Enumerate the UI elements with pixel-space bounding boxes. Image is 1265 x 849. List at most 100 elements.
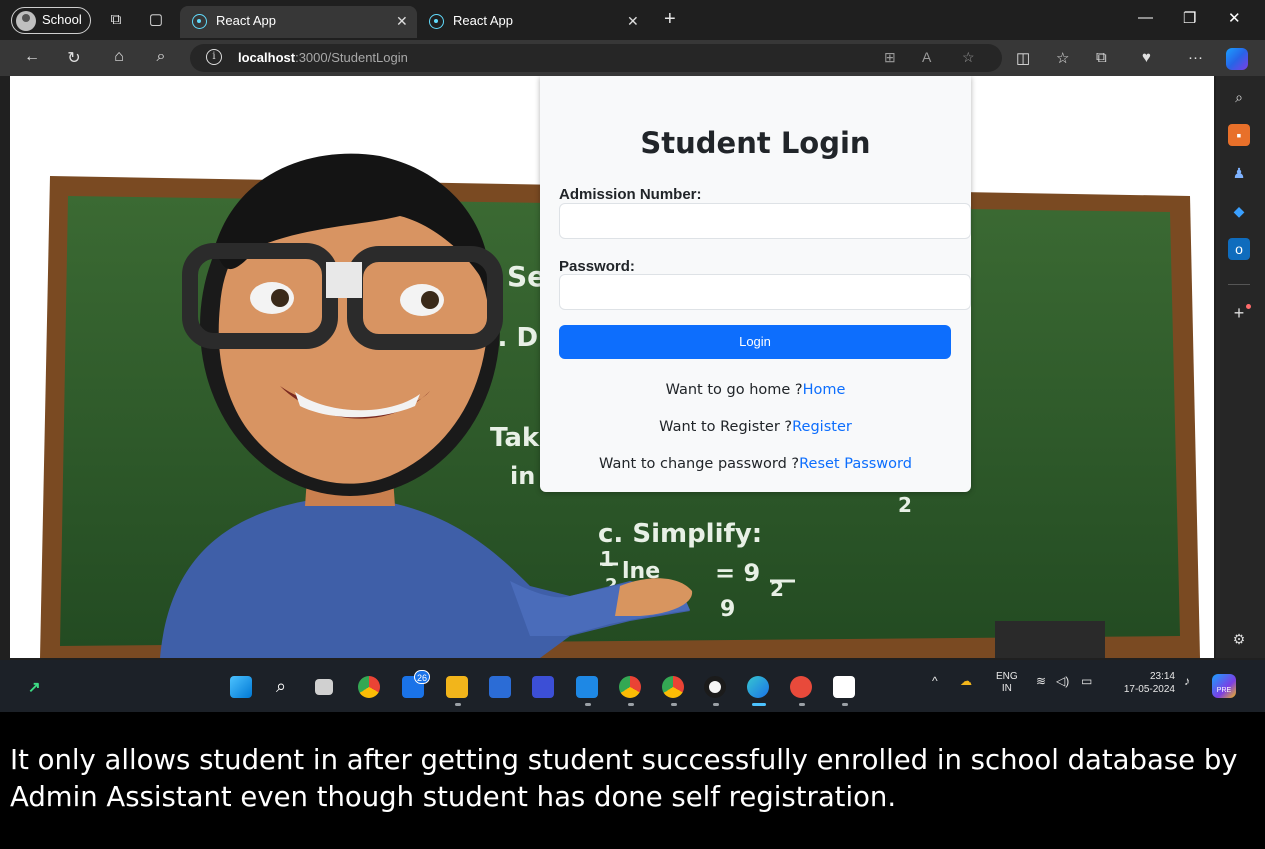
running-indicator [713,703,719,706]
chalk-text: Tak [490,423,540,453]
mail-badge: 26 [414,670,430,684]
sidebar-copilot-icon[interactable]: ◆ [1228,200,1250,222]
read-aloud-icon[interactable]: A [922,49,931,65]
refresh-icon[interactable]: ↻ [64,48,84,68]
glasses-tape [326,262,362,298]
notifications-bell-icon[interactable]: ♪ [1184,674,1190,688]
app-available-icon[interactable]: ⊞ [884,49,896,66]
chrome-profile-icon[interactable] [662,676,684,698]
page-title: Student Login [640,126,871,160]
eraser [995,621,1105,658]
profile-label: School [42,12,82,27]
chalk-text: 9 [720,597,735,622]
onedrive-icon[interactable]: ☁ [960,674,972,688]
tab-actions-icon[interactable]: ▢ [146,10,166,30]
caption-text: It only allows student in after getting … [10,744,1238,813]
wifi-icon[interactable]: ≋ [1036,674,1046,688]
app-icon[interactable] [532,676,554,698]
favorite-star-icon[interactable]: ☆ [962,49,975,66]
password-label: Password: [559,258,635,275]
restore-icon[interactable]: ❐ [1183,9,1196,27]
split-screen-icon[interactable]: ◫ [1016,49,1030,67]
minimize-icon[interactable]: — [1138,9,1153,26]
chalk-text: c. Simplify: [598,519,762,549]
login-card: Student Login Admission Number: Password… [540,76,971,492]
language-indicator[interactable]: ENG IN [996,671,1018,695]
more-menu-icon[interactable]: ··· [1188,49,1203,66]
address-toolbar: ← ↻ ⌂ ⌕ i localhost:3000/StudentLogin ⊞ … [0,40,1265,76]
browser-essentials-icon[interactable]: ♥ [1142,49,1151,66]
address-bar[interactable]: i localhost:3000/StudentLogin ⊞ A ☆ [190,44,1002,72]
close-window-icon[interactable]: ✕ [1228,9,1241,27]
tab-react-app-1[interactable]: React App ✕ [180,6,417,38]
task-view-icon[interactable] [315,679,333,695]
react-favicon-icon [192,14,207,29]
chrome-profile-icon[interactable] [619,676,641,698]
home-link[interactable]: Home [803,382,846,398]
running-indicator [799,703,805,706]
vscode-icon[interactable] [576,676,598,698]
volume-icon[interactable]: ◁) [1056,674,1069,688]
running-indicator [671,703,677,706]
close-tab-icon[interactable]: ✕ [396,6,408,36]
profile-button[interactable]: School [11,7,91,34]
show-hidden-icons-icon[interactable]: ^ [932,674,938,688]
app-w-icon[interactable] [790,676,812,698]
file-explorer-icon[interactable] [446,676,468,698]
site-info-icon[interactable]: i [206,49,222,65]
reset-password-prompt: Want to change password ?Reset Password [599,456,912,472]
copilot-taskbar-icon[interactable]: PRE [1212,674,1236,698]
avatar [16,11,36,31]
url-text: localhost:3000/StudentLogin [238,50,408,65]
tab-strip: School ⧉ ▢ React App ✕ React App ✕ + — ❐… [0,0,1265,40]
chrome-icon[interactable] [358,676,380,698]
back-icon[interactable]: ← [22,48,42,66]
sidebar-outlook-icon[interactable]: o [1228,238,1250,260]
password-input[interactable] [559,274,971,310]
reset-password-link[interactable]: Reset Password [799,456,912,472]
new-tab-icon[interactable]: + [664,8,676,31]
copilot-icon[interactable] [1226,48,1248,70]
admission-number-input[interactable] [559,203,971,239]
sidebar-settings-icon[interactable]: ⚙ [1228,628,1250,650]
screenshot: School ⧉ ▢ React App ✕ React App ✕ + — ❐… [0,0,1265,712]
sidebar-games-icon[interactable]: ♟ [1228,162,1250,184]
react-favicon-icon [429,14,444,29]
sidebar-tools-icon[interactable]: ▪ [1228,124,1250,146]
edge-icon[interactable] [747,676,769,698]
favorites-icon[interactable]: ☆ [1056,49,1069,67]
chalk-text: = 9 [715,559,760,587]
workspaces-icon[interactable]: ⧉ [106,10,126,30]
stocks-widget-icon[interactable]: ↗ [28,678,41,696]
home-icon[interactable]: ⌂ [109,48,129,66]
app-doc-icon[interactable] [833,676,855,698]
tab-react-app-2[interactable]: React App ✕ [417,6,652,38]
start-icon[interactable] [230,676,252,698]
collections-icon[interactable]: ⧉ [1096,49,1107,66]
tab-title: React App [216,13,276,28]
admission-number-label: Admission Number: [559,186,702,203]
home-prompt: Want to go home ?Home [665,382,846,398]
taskbar-search-icon[interactable]: ⌕ [276,676,286,697]
register-link[interactable]: Register [792,419,852,435]
notification-dot [1246,304,1251,309]
register-prompt: Want to Register ?Register [659,419,852,435]
running-indicator [628,703,634,706]
windows-taskbar: ↗ ⌕ 26 ^ ☁ ENG IN ≋ ◁) ▭ 23:14 17-05-202… [0,660,1265,712]
running-indicator [455,703,461,706]
chalk-text: 2 [898,493,912,517]
close-tab-icon[interactable]: ✕ [627,6,639,36]
running-indicator [585,703,591,706]
login-button[interactable]: Login [559,325,951,359]
clock[interactable]: 23:14 17-05-2024 [1113,670,1175,696]
active-indicator [752,703,766,706]
running-indicator [842,703,848,706]
sidebar-divider [1228,284,1250,285]
search-icon[interactable]: ⌕ [151,48,171,66]
sidebar-search-icon[interactable]: ⌕ [1228,86,1250,108]
tab-title: React App [453,13,513,28]
app-circle-icon[interactable] [704,676,726,698]
chalk-text: in [510,462,535,490]
battery-icon[interactable]: ▭ [1081,674,1092,688]
store-icon[interactable] [489,676,511,698]
